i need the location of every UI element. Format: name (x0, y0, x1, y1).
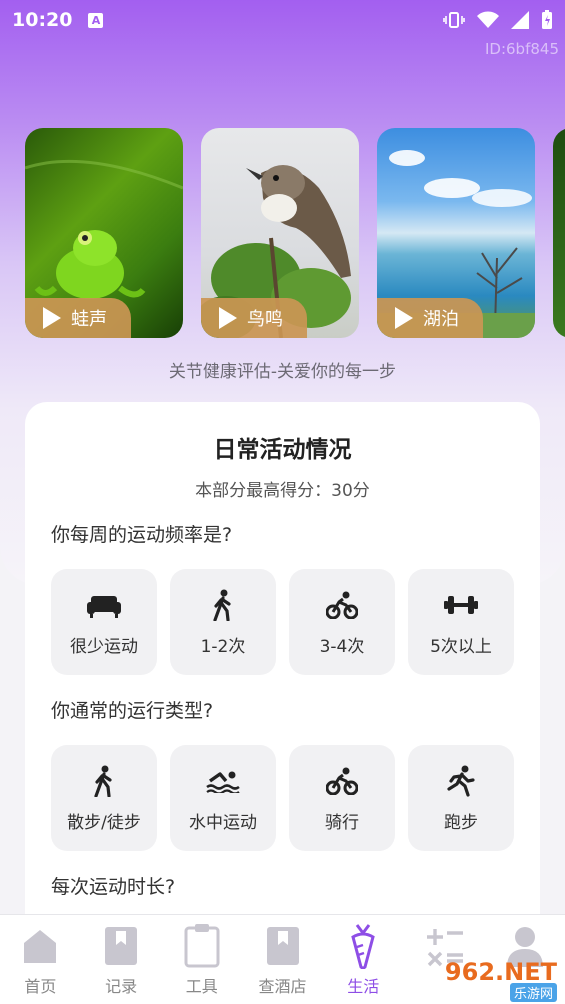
option-label: 3-4次 (319, 636, 365, 657)
swim-icon (206, 764, 240, 798)
tab-life[interactable]: 生活 (323, 915, 404, 1004)
watermark-sub: 乐游网 (509, 983, 557, 1002)
tab-tools[interactable]: 工具 (161, 915, 242, 1004)
play-icon (395, 307, 413, 329)
option-running[interactable]: 跑步 (408, 745, 514, 851)
options-type: 散步/徒步 水中运动 骑行 跑步 (51, 745, 514, 851)
status-time: 10:20 (12, 9, 73, 31)
play-button-lake[interactable]: 湖泊 (377, 298, 483, 338)
status-icons (443, 10, 553, 30)
tab-label: 记录 (105, 977, 138, 996)
card-label: 鸟鸣 (247, 309, 283, 330)
tab-hotel[interactable]: 查酒店 (242, 915, 323, 1004)
option-label: 骑行 (325, 812, 359, 833)
option-label: 散步/徒步 (67, 812, 141, 833)
play-button-frog[interactable]: 蛙声 (25, 298, 131, 338)
option-label: 很少运动 (70, 636, 138, 657)
sofa-icon (87, 588, 121, 622)
tab-label: 生活 (347, 977, 380, 996)
hotel-icon (262, 923, 304, 969)
question-type: 你通常的运行类型? (51, 700, 214, 722)
app-notification-icon: A (88, 12, 104, 28)
tab-label: 查酒店 (258, 977, 307, 996)
option-label: 水中运动 (189, 812, 257, 833)
assessment-panel: 日常活动情况 本部分最高得分：30分 你每周的运动频率是? 很少运动 1-2次 … (25, 402, 540, 922)
status-bar: 10:20 A (0, 0, 565, 40)
panel-title: 日常活动情况 (213, 437, 352, 463)
options-frequency: 很少运动 1-2次 3-4次 5次以上 (51, 569, 514, 675)
option-1-2[interactable]: 1-2次 (170, 569, 276, 675)
panel-subtitle: 本部分最高得分：30分 (195, 481, 370, 501)
option-cycling[interactable]: 骑行 (289, 745, 395, 851)
carrot-icon (342, 923, 384, 969)
option-5-plus[interactable]: 5次以上 (408, 569, 514, 675)
play-icon (43, 307, 61, 329)
option-3-4[interactable]: 3-4次 (289, 569, 395, 675)
wifi-icon (477, 11, 499, 28)
watermark-text: 962.NET (444, 958, 557, 986)
option-swimming[interactable]: 水中运动 (170, 745, 276, 851)
option-label: 1-2次 (200, 636, 246, 657)
option-label: 5次以上 (430, 636, 492, 657)
sound-card-bird[interactable]: 鸟鸣 (201, 128, 359, 338)
run-icon (444, 764, 478, 798)
tab-label: 首页 (24, 977, 57, 996)
question-duration: 每次运动时长? (51, 876, 176, 898)
card-label: 湖泊 (423, 309, 459, 330)
play-button-bird[interactable]: 鸟鸣 (201, 298, 307, 338)
home-icon (19, 923, 61, 969)
tab-home[interactable]: 首页 (0, 915, 81, 1004)
question-frequency: 你每周的运动频率是? (51, 524, 233, 546)
play-icon (219, 307, 237, 329)
sound-card-next[interactable] (553, 128, 565, 338)
clipboard-icon (181, 923, 223, 969)
sound-card-frog[interactable]: 蛙声 (25, 128, 183, 338)
walk-icon (206, 588, 240, 622)
bike-icon (325, 588, 359, 622)
dumbbell-icon (444, 588, 478, 622)
tab-records[interactable]: 记录 (81, 915, 162, 1004)
vibrate-icon (443, 12, 465, 28)
signal-icon (511, 11, 529, 29)
battery-icon (542, 10, 552, 29)
tagline: 关节健康评估-关爱你的每一步 (168, 362, 397, 382)
bookmark-icon (100, 923, 142, 969)
option-label: 跑步 (444, 812, 478, 833)
card-label: 蛙声 (71, 309, 107, 330)
sound-card-carousel[interactable]: 蛙声 鸟鸣 湖泊 (25, 128, 565, 338)
tab-label: 工具 (185, 977, 218, 996)
bike-icon (325, 764, 359, 798)
walk-icon (87, 764, 121, 798)
id-label: ID:6bf845 (484, 40, 559, 58)
sound-card-lake[interactable]: 湖泊 (377, 128, 535, 338)
option-rarely[interactable]: 很少运动 (51, 569, 157, 675)
option-walking[interactable]: 散步/徒步 (51, 745, 157, 851)
